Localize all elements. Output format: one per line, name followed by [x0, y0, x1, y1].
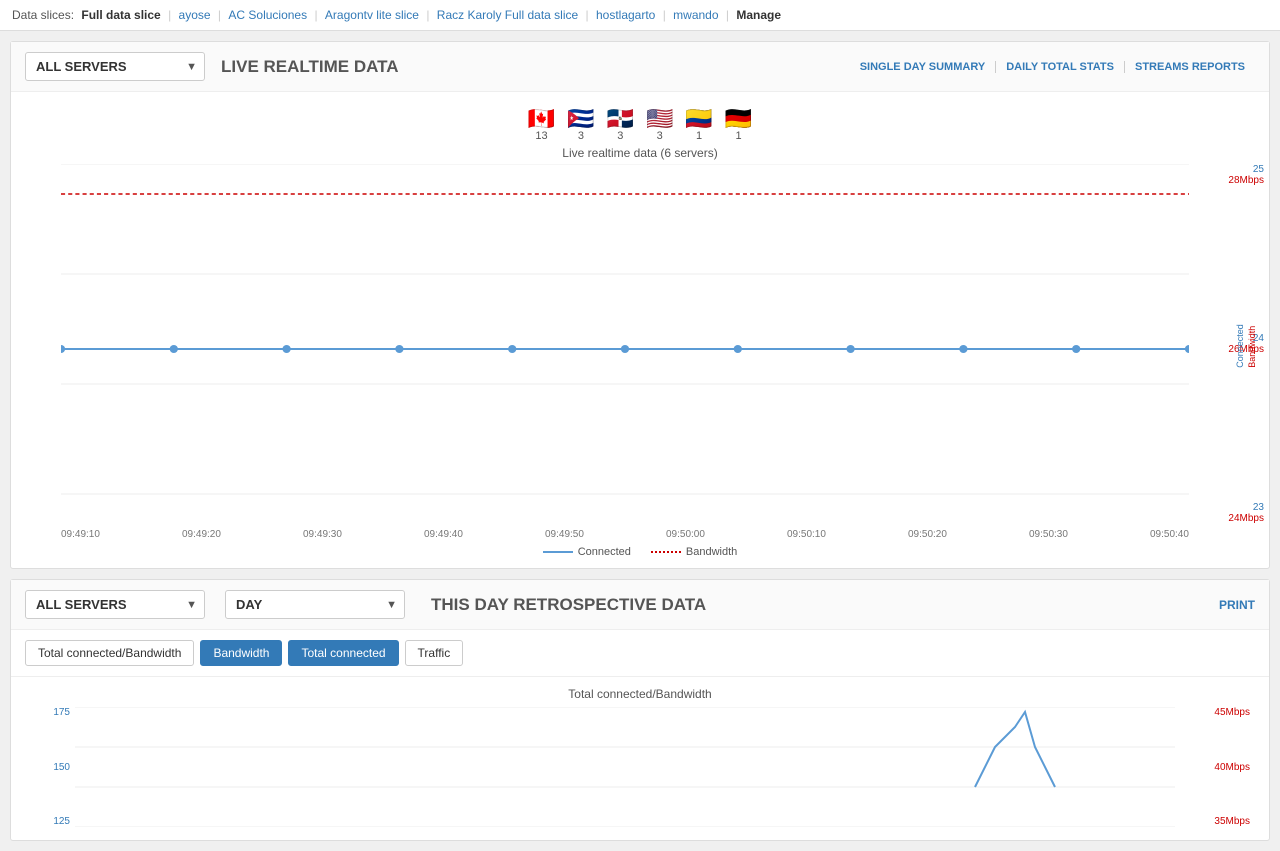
retro-chart-title: Total connected/Bandwidth [25, 687, 1255, 701]
retro-period-select-wrapper: DAY ▼ [225, 590, 405, 619]
slice-aragontv[interactable]: Aragontv lite slice [325, 8, 419, 22]
live-section-header: ALL SERVERS ▼ LIVE REALTIME DATA SINGLE … [11, 42, 1269, 92]
retro-label-150: 150 [25, 762, 70, 773]
slice-manage[interactable]: Manage [736, 8, 781, 22]
live-chart-area: 🇨🇦 13 🇨🇺 3 🇩🇴 3 🇺🇸 3 🇨🇴 1 🇩🇪 1 [11, 92, 1269, 568]
retro-label-35: 35Mbps [1190, 816, 1250, 827]
retro-period-select[interactable]: DAY [225, 590, 405, 619]
nav-single-day[interactable]: SINGLE DAY SUMMARY [850, 61, 996, 73]
connected-axis-label: Connected [1235, 324, 1245, 368]
slice-hostlagarto[interactable]: hostlagarto [596, 8, 655, 22]
retro-section: ALL SERVERS ▼ DAY ▼ THIS DAY RETROSPECTI… [10, 579, 1270, 841]
slice-mwando[interactable]: mwando [673, 8, 718, 22]
flag-co: 🇨🇴 1 [685, 108, 712, 142]
x-axis-labels: 09:49:10 09:49:20 09:49:30 09:49:40 09:4… [11, 527, 1199, 542]
nav-streams-reports[interactable]: STREAMS REPORTS [1124, 61, 1255, 73]
filter-bandwidth[interactable]: Bandwidth [200, 640, 282, 666]
print-button[interactable]: PRINT [1219, 598, 1255, 612]
live-nav: SINGLE DAY SUMMARY DAILY TOTAL STATS STR… [850, 61, 1255, 73]
flags-row: 🇨🇦 13 🇨🇺 3 🇩🇴 3 🇺🇸 3 🇨🇴 1 🇩🇪 1 [11, 108, 1269, 142]
filter-total-connected-bandwidth[interactable]: Total connected/Bandwidth [25, 640, 194, 666]
flag-us: 🇺🇸 3 [646, 108, 673, 142]
flag-ca: 🇨🇦 13 [528, 108, 555, 142]
slice-ac-soluciones[interactable]: AC Soluciones [228, 8, 307, 22]
retro-left-labels: 175 150 125 [25, 707, 70, 827]
live-section-title: LIVE REALTIME DATA [221, 57, 850, 77]
retro-label-125: 125 [25, 816, 70, 827]
filter-buttons: Total connected/Bandwidth Bandwidth Tota… [11, 630, 1269, 677]
filter-traffic[interactable]: Traffic [405, 640, 464, 666]
retro-label-45: 45Mbps [1190, 707, 1250, 718]
filter-total-connected[interactable]: Total connected [288, 640, 398, 666]
data-slices-bar: Data slices: Full data slice | ayose | A… [0, 0, 1280, 31]
legend-connected: Connected [543, 546, 631, 558]
retro-section-header: ALL SERVERS ▼ DAY ▼ THIS DAY RETROSPECTI… [11, 580, 1269, 630]
retro-server-select-wrapper: ALL SERVERS ▼ [25, 590, 205, 619]
live-chart-title: Live realtime data (6 servers) [11, 146, 1269, 160]
retro-chart-area: Total connected/Bandwidth 45Mbps 40Mbps … [11, 677, 1269, 840]
flag-do: 🇩🇴 3 [607, 108, 634, 142]
retro-right-labels: 45Mbps 40Mbps 35Mbps [1190, 707, 1250, 827]
flag-cu: 🇨🇺 3 [567, 108, 594, 142]
slice-ayose[interactable]: ayose [179, 8, 211, 22]
label-bandwidth-24: 24Mbps [1204, 513, 1264, 524]
live-chart-legend: Connected Bandwidth [11, 546, 1269, 558]
retro-label-40: 40Mbps [1190, 762, 1250, 773]
live-server-select[interactable]: ALL SERVERS [25, 52, 205, 81]
live-section: ALL SERVERS ▼ LIVE REALTIME DATA SINGLE … [10, 41, 1270, 569]
slice-racz[interactable]: Racz Karoly Full data slice [437, 8, 578, 22]
live-chart-svg [61, 164, 1189, 524]
slice-full-data[interactable]: Full data slice [81, 8, 160, 22]
retro-section-title: THIS DAY RETROSPECTIVE DATA [431, 595, 1209, 615]
retro-chart-svg [75, 707, 1175, 827]
flag-de: 🇩🇪 1 [725, 108, 752, 142]
nav-daily-total[interactable]: DAILY TOTAL STATS [995, 61, 1124, 73]
data-slices-label: Data slices: [12, 8, 74, 22]
label-connected-25: 25 [1204, 164, 1264, 175]
legend-bandwidth: Bandwidth [651, 546, 737, 558]
retro-server-select[interactable]: ALL SERVERS [25, 590, 205, 619]
axis-labels: Connected Bandwidth [1235, 324, 1257, 368]
bandwidth-axis-label: Bandwidth [1247, 324, 1257, 368]
label-bandwidth-28: 28Mbps [1204, 175, 1264, 186]
label-connected-23: 23 [1204, 502, 1264, 513]
live-server-select-wrapper: ALL SERVERS ▼ [25, 52, 205, 81]
retro-label-175: 175 [25, 707, 70, 718]
